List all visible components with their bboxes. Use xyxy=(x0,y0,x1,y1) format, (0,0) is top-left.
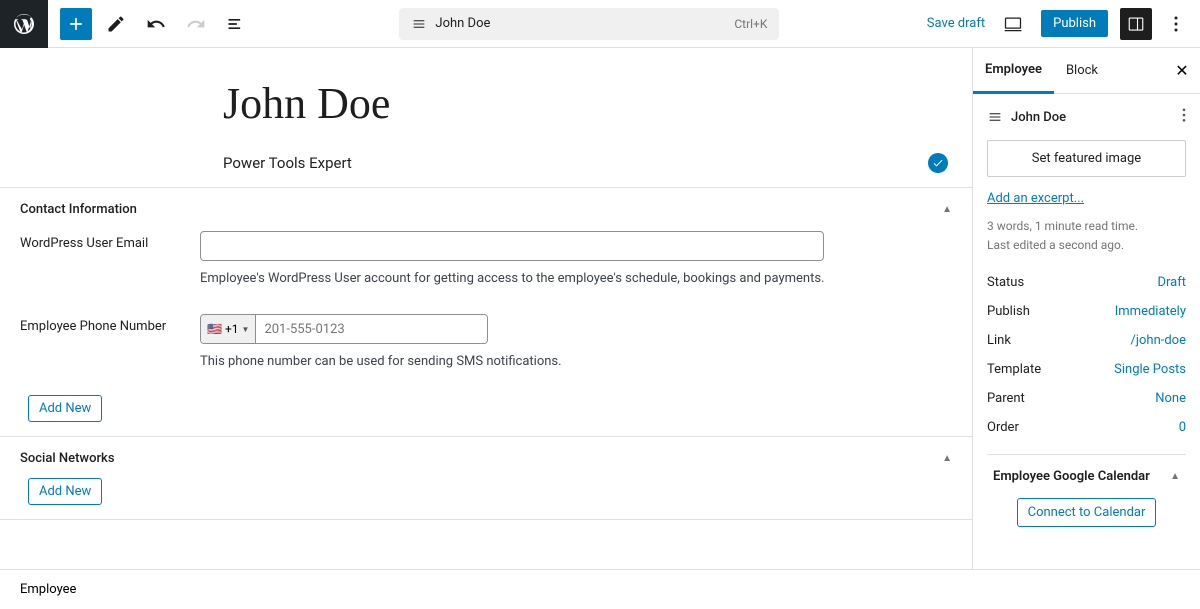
section-social-title: Social Networks xyxy=(20,451,115,466)
section-social: Social Networks ▲ Add New xyxy=(0,436,972,519)
sidebar-toggle-button[interactable] xyxy=(1120,8,1152,40)
close-panel-icon[interactable]: ✕ xyxy=(1164,61,1200,80)
publish-button[interactable]: Publish xyxy=(1041,10,1108,37)
document-icon xyxy=(987,109,1003,125)
top-toolbar: John Doe Ctrl+K Save draft Publish xyxy=(0,0,1200,48)
edit-tool-icon[interactable] xyxy=(100,8,132,40)
undo-icon[interactable] xyxy=(140,8,172,40)
add-new-contact-button[interactable]: Add New xyxy=(28,395,102,422)
email-help-text: Employee's WordPress User account for ge… xyxy=(200,271,824,286)
phone-code: +1 xyxy=(225,322,239,336)
phone-label: Employee Phone Number xyxy=(20,314,200,369)
document-overview-icon[interactable] xyxy=(220,8,252,40)
section-contact-title: Contact Information xyxy=(20,202,137,217)
panel-doc-options-icon[interactable] xyxy=(1182,108,1186,126)
phone-country-selector[interactable]: 🇺🇸 +1 ▼ xyxy=(201,315,256,343)
add-excerpt-link[interactable]: Add an excerpt... xyxy=(987,191,1186,206)
section-empty xyxy=(0,519,972,527)
chevron-down-icon: ▼ xyxy=(242,325,250,334)
breadcrumb-bar: Employee xyxy=(0,569,1200,609)
post-subtitle[interactable]: Power Tools Expert xyxy=(223,154,352,172)
email-label: WordPress User Email xyxy=(20,231,200,286)
connect-calendar-button[interactable]: Connect to Calendar xyxy=(1017,498,1157,527)
calendar-section-title: Employee Google Calendar xyxy=(993,469,1150,484)
phone-help-text: This phone number can be used for sendin… xyxy=(200,354,562,369)
collapse-toggle-icon[interactable]: ▲ xyxy=(942,453,952,464)
panel-doc-name: John Doe xyxy=(1011,110,1066,125)
prop-link[interactable]: Link/john-doe xyxy=(987,326,1186,355)
command-bar-label: John Doe xyxy=(435,16,490,31)
prop-parent[interactable]: ParentNone xyxy=(987,384,1186,413)
preview-icon[interactable] xyxy=(997,8,1029,40)
tab-employee[interactable]: Employee xyxy=(973,48,1054,94)
phone-number-input[interactable] xyxy=(256,315,487,343)
add-new-social-button[interactable]: Add New xyxy=(28,478,102,505)
settings-sidebar: Employee Block ✕ John Doe Set featured i… xyxy=(972,48,1200,569)
prop-publish[interactable]: PublishImmediately xyxy=(987,297,1186,326)
prop-template[interactable]: TemplateSingle Posts xyxy=(987,355,1186,384)
editor-canvas: John Doe Power Tools Expert Contact Info… xyxy=(0,48,972,569)
add-block-button[interactable] xyxy=(60,8,92,40)
valid-check-icon xyxy=(928,153,948,173)
command-bar-shortcut: Ctrl+K xyxy=(734,17,767,31)
set-featured-image-button[interactable]: Set featured image xyxy=(987,140,1186,177)
last-edited-text: Last edited a second ago. xyxy=(987,237,1186,254)
breadcrumb-item[interactable]: Employee xyxy=(20,582,76,597)
options-menu-icon[interactable] xyxy=(1164,8,1188,40)
section-contact: Contact Information ▲ WordPress User Ema… xyxy=(0,187,972,436)
read-time-text: 3 words, 1 minute read time. xyxy=(987,218,1186,235)
wordpress-logo[interactable] xyxy=(0,0,48,48)
phone-input-group: 🇺🇸 +1 ▼ xyxy=(200,314,488,344)
collapse-toggle-icon[interactable]: ▲ xyxy=(942,204,952,215)
command-bar[interactable]: John Doe Ctrl+K xyxy=(399,8,779,40)
tab-block[interactable]: Block xyxy=(1054,48,1110,94)
post-title[interactable]: John Doe xyxy=(223,78,972,129)
collapse-toggle-icon[interactable]: ▲ xyxy=(1170,471,1180,482)
redo-icon xyxy=(180,8,212,40)
prop-order[interactable]: Order0 xyxy=(987,413,1186,442)
email-input[interactable] xyxy=(200,231,824,261)
prop-status[interactable]: StatusDraft xyxy=(987,268,1186,297)
flag-icon: 🇺🇸 xyxy=(207,322,222,336)
save-draft-link[interactable]: Save draft xyxy=(927,16,985,31)
